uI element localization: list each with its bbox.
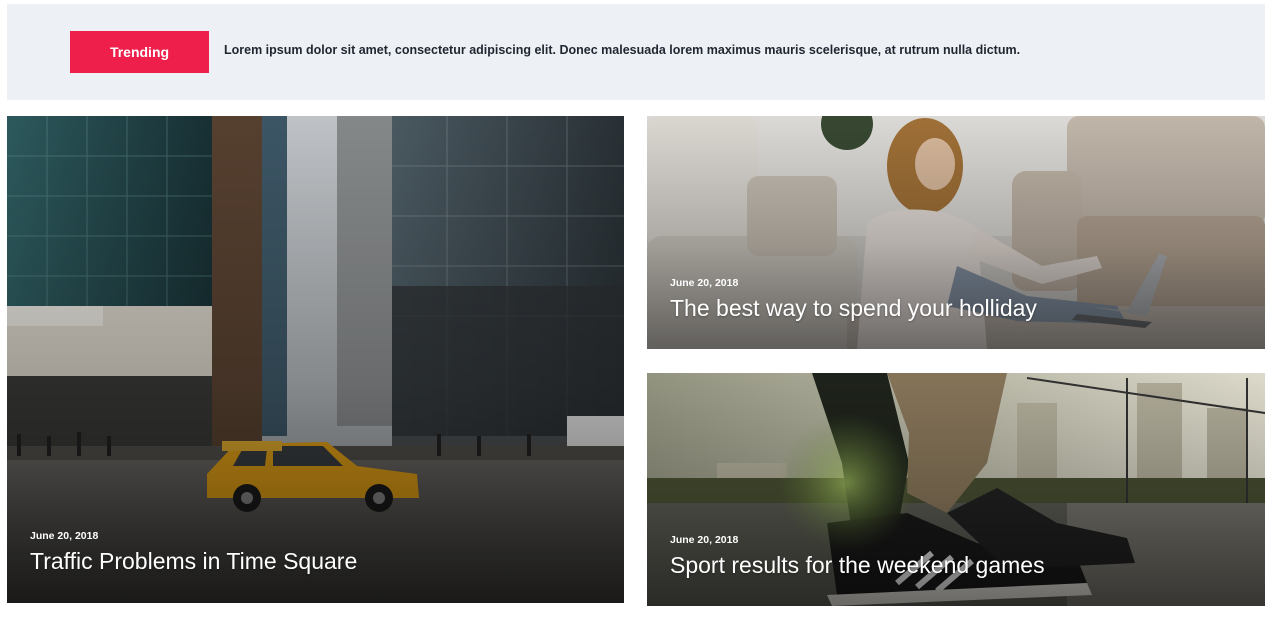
article-date: June 20, 2018 — [670, 277, 739, 289]
image-overlay — [7, 116, 624, 603]
article-title[interactable]: The best way to spend your holliday — [670, 295, 1037, 322]
trending-headline[interactable]: Lorem ipsum dolor sit amet, consectetur … — [224, 43, 1020, 57]
article-card-holiday[interactable]: June 20, 2018 The best way to spend your… — [647, 116, 1265, 349]
article-card-sport[interactable]: June 20, 2018 Sport results for the week… — [647, 373, 1265, 606]
article-title[interactable]: Sport results for the weekend games — [670, 552, 1045, 579]
article-date: June 20, 2018 — [30, 530, 99, 542]
article-date: June 20, 2018 — [670, 534, 739, 546]
trending-bar: Trending Lorem ipsum dolor sit amet, con… — [7, 4, 1265, 100]
article-card-traffic[interactable]: June 20, 2018 Traffic Problems in Time S… — [7, 116, 624, 603]
trending-button[interactable]: Trending — [70, 31, 209, 73]
article-title[interactable]: Traffic Problems in Time Square — [30, 548, 357, 575]
